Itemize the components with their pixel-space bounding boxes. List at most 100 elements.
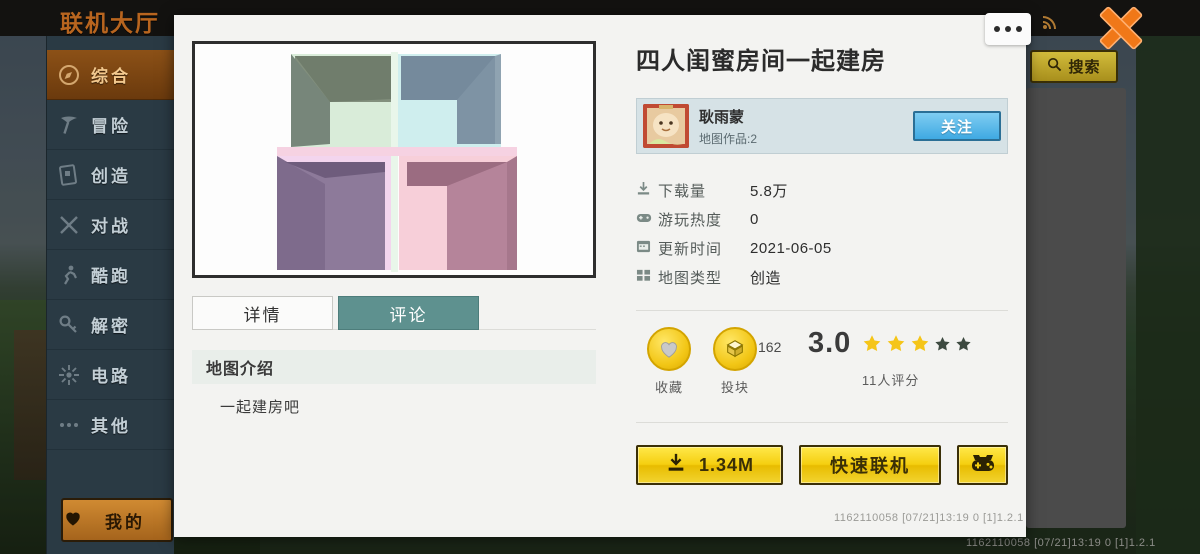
close-x-icon [1099,6,1143,50]
compass-icon [47,63,91,87]
sidebar-item-dianlu[interactable]: 电路 [47,350,174,400]
category-sidebar: 综合 冒险 创造 对战 酷跑 解密 电路 其他 我的 [46,36,174,554]
background-right-panel [1136,35,1200,554]
map-detail-dialog: 详情 评论 地图介绍 一起建房吧 四人闺蜜房间一起建房 耿雨蒙 地图作品:2 关… [174,13,1031,537]
sidebar-item-label: 我的 [105,512,145,532]
quick-join-label: 快速联机 [829,456,910,476]
dots-icon [47,413,91,437]
avatar [643,104,689,148]
sidebar-item-jiemi[interactable]: 解密 [47,300,174,350]
key-icon [47,313,91,337]
author-card[interactable]: 耿雨蒙 地图作品:2 关注 [636,98,1008,154]
sidebar-item-label: 综合 [91,67,131,86]
page-title: 联机大厅 [60,10,160,36]
map-title: 四人闺蜜房间一起建房 [636,48,886,75]
runner-icon [47,263,91,287]
download-button[interactable]: 1.34M [636,445,783,485]
rating-subtitle: 11人评分 [861,373,920,388]
calendar-icon [636,239,658,258]
divider-bottom [636,422,1008,423]
sidebar-item-zonghe[interactable]: 综合 [47,50,174,100]
map-stats: 下载量 5.8万 游玩热度 0 更新时间 2021-06-05 地图类型 创造 [636,176,1008,292]
sidebar-item-label: 创造 [91,167,131,186]
heart-coin-icon [647,327,691,371]
sidebar-mine-wrapper: 我的 [61,498,173,542]
gamepad-icon [969,452,997,479]
favorite-label: 收藏 [654,380,683,395]
background-list-panel [1026,88,1126,528]
tab-comments[interactable]: 评论 [338,296,479,330]
stat-key: 更新时间 [658,241,723,258]
stat-row-updated: 更新时间 2021-06-05 [636,234,1008,263]
author-works-count: 地图作品:2 [699,131,758,146]
map-preview-render [195,44,593,275]
gamepad-button[interactable] [957,445,1008,485]
stat-value: 5.8万 [750,183,788,200]
dialog-right-column: 四人闺蜜房间一起建房 耿雨蒙 地图作品:2 关注 下载量 5.8万 游玩热度 0… [636,41,1008,485]
background-status-text: 1162110058 [07/21]13:19 0 [1]1.2.1 [966,537,1156,549]
star-icon-filled [864,335,881,352]
star-icon-filled [888,335,905,352]
dialog-left-column: 详情 评论 地图介绍 一起建房吧 [192,41,596,417]
star-icon-empty [956,336,971,351]
download-icon [665,452,687,479]
description-heading-label: 地图介绍 [206,361,275,378]
sidebar-item-label: 电路 [91,367,131,386]
sidebar-item-maoxian[interactable]: 冒险 [47,100,174,150]
follow-button[interactable]: 关注 [913,111,1001,141]
stat-key: 游玩热度 [658,212,723,229]
sidebar-item-qita[interactable]: 其他 [47,400,174,450]
search-button-label: 搜索 [1068,59,1101,76]
action-buttons: 1.34M 快速联机 [636,445,1008,485]
sidebar-item-label: 酷跑 [91,267,131,286]
status-text: 1162110058 [07/21]13:19 0 [1]1.2.1 [834,512,1024,524]
tab-label: 评论 [389,305,428,325]
stat-row-popularity: 游玩热度 0 [636,205,1008,234]
divider-top [636,310,1008,311]
vote-group[interactable]: 162 投块 [702,327,781,396]
description-body: 一起建房吧 [220,399,301,416]
stat-value: 2021-06-05 [750,240,832,257]
gamepad-icon [636,210,658,230]
rating-score: 3.0 [808,327,852,359]
follow-button-label: 关注 [940,118,973,136]
tab-label: 详情 [243,305,282,325]
stat-row-downloads: 下载量 5.8万 [636,176,1008,205]
sidebar-item-label: 解密 [91,317,131,336]
stat-key: 下载量 [658,183,707,200]
sidebar-item-kupao[interactable]: 酷跑 [47,250,174,300]
stat-key: 地图类型 [658,270,723,287]
download-button-label: 1.34M [698,454,754,475]
close-button[interactable] [1092,0,1150,56]
star-icon-filled [912,335,929,352]
tab-details[interactable]: 详情 [192,296,333,330]
search-icon [1047,57,1062,76]
sidebar-item-chuangzao[interactable]: 创造 [47,150,174,200]
wifi-icon [1040,12,1058,36]
description-heading: 地图介绍 [192,350,596,384]
quick-join-button[interactable]: 快速联机 [798,445,941,485]
rating-stars[interactable] [861,333,973,354]
circuit-icon [47,363,91,387]
author-name: 耿雨蒙 [699,108,745,126]
engagement-row: 收藏 162 投块 3.0 11人评分 [636,327,1008,396]
author-meta: 耿雨蒙 地图作品:2 [699,106,913,147]
grid-icon [636,268,658,287]
sidebar-item-label: 其他 [91,417,131,436]
map-thumbnail[interactable] [192,41,596,278]
crossed-swords-icon [47,213,91,237]
favorite-group[interactable]: 收藏 [636,327,702,396]
sidebar-item-duizhan[interactable]: 对战 [47,200,174,250]
vote-count: 162 [758,339,782,355]
stat-value: 创造 [750,270,782,287]
sidebar-item-label: 对战 [91,217,131,236]
stat-value: 0 [750,211,759,228]
sidebar-item-mine[interactable]: 我的 [61,498,173,542]
rating-group: 3.0 11人评分 [808,327,973,389]
rating-line: 3.0 [808,327,973,360]
blueprint-icon [47,163,91,187]
star-icon-empty [935,336,950,351]
pickaxe-icon [47,113,91,137]
detail-tabs: 详情 评论 [192,296,596,330]
